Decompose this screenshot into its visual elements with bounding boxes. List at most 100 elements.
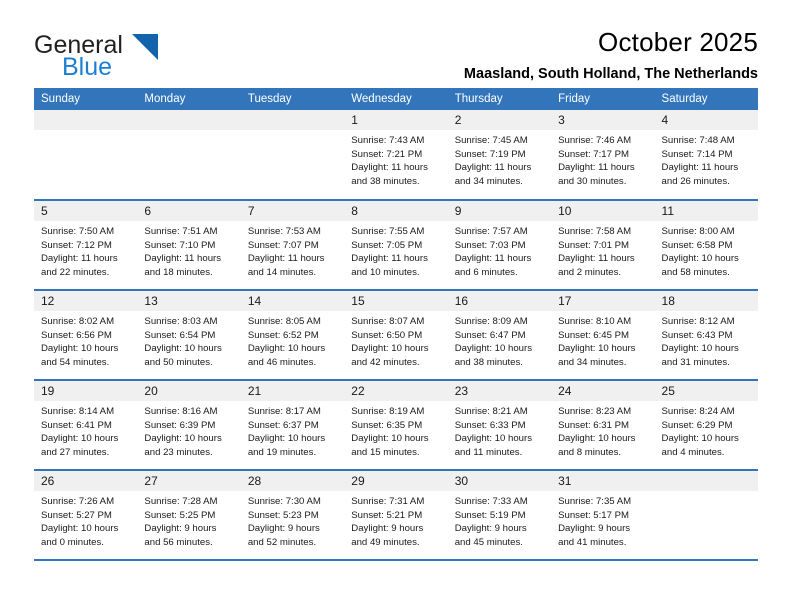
daylight-text-line1: Daylight: 10 hours [144,433,222,445]
calendar-day-cell[interactable]: 1 Sunrise: 7:43 AM Sunset: 7:21 PM Daylight… [344,110,448,201]
sunrise-text: Sunrise: 8:19 AM [351,406,425,417]
sunset-text: Sunset: 5:21 PM [351,509,423,521]
calendar-cell-empty [654,470,758,561]
calendar-day-cell[interactable]: 22 Sunrise: 8:19 AM Sunset: 6:35 PM Dayligh… [344,380,448,471]
calendar-day-cell[interactable]: 30 Sunrise: 7:33 AM Sunset: 5:19 PM Dayligh… [447,470,552,561]
sunset-text: Sunset: 7:03 PM [454,239,526,251]
calendar-day-cell[interactable]: 24 Sunrise: 8:23 AM Sunset: 6:31 PM Dayligh… [551,380,655,471]
sunset-text: Sunset: 7:07 PM [247,239,319,251]
day-number: 20 [137,381,241,401]
day-number: 15 [344,291,448,311]
day-details: Sunrise: 8:02 AM Sunset: 6:56 PM Daylight:… [34,311,137,369]
sunrise-text: Sunrise: 8:12 AM [661,316,735,327]
calendar-week-row: 1 Sunrise: 7:43 AM Sunset: 7:21 PM Daylight… [34,110,758,201]
sunrise-text: Sunrise: 8:16 AM [144,406,218,417]
sunset-text: Sunset: 6:29 PM [661,419,733,431]
sunrise-text: Sunrise: 7:28 AM [144,496,218,507]
sunset-text: Sunset: 5:25 PM [144,509,216,521]
sunset-text: Sunset: 6:31 PM [558,419,630,431]
weekday-header-saturday: Saturday [654,88,758,110]
calendar-day-cell[interactable]: 31 Sunrise: 7:35 AM Sunset: 5:17 PM Dayligh… [551,470,655,561]
daylight-text-line1: Daylight: 11 hours [661,162,739,174]
daylight-text-line1: Daylight: 10 hours [247,343,326,355]
day-details: Sunrise: 8:12 AM Sunset: 6:43 PM Daylight:… [655,311,758,369]
day-details: Sunrise: 8:21 AM Sunset: 6:33 PM Daylight:… [448,401,551,459]
calendar-day-cell[interactable]: 17 Sunrise: 8:10 AM Sunset: 6:45 PM Dayligh… [551,290,655,381]
calendar-day-cell[interactable]: 11 Sunrise: 8:00 AM Sunset: 6:58 PM Dayligh… [654,200,758,291]
daylight-text-line1: Daylight: 11 hours [454,253,532,265]
day-number: 18 [654,291,758,311]
day-number [654,471,758,491]
day-details: Sunrise: 7:31 AM Sunset: 5:21 PM Daylight:… [344,491,447,549]
calendar-week-row: 12 Sunrise: 8:02 AM Sunset: 6:56 PM Dayligh… [34,290,758,381]
day-details: Sunrise: 8:24 AM Sunset: 6:29 PM Daylight:… [655,401,758,459]
weekday-header-row: Sunday Monday Tuesday Wednesday Thursday… [34,88,758,110]
sunrise-text: Sunrise: 8:00 AM [661,226,735,237]
calendar-day-cell[interactable]: 23 Sunrise: 8:21 AM Sunset: 6:33 PM Dayligh… [447,380,552,471]
daylight-text-line2: and 22 minutes. [41,266,110,278]
daylight-text-line1: Daylight: 10 hours [41,523,119,535]
calendar-day-cell[interactable]: 8 Sunrise: 7:55 AM Sunset: 7:05 PM Daylight… [344,200,448,291]
calendar-day-cell[interactable]: 29 Sunrise: 7:31 AM Sunset: 5:21 PM Dayligh… [344,470,448,561]
weekday-header-sunday: Sunday [34,88,138,110]
daylight-text-line2: and 56 minutes. [144,536,213,548]
sunset-text: Sunset: 6:47 PM [454,329,526,341]
calendar-day-cell[interactable]: 13 Sunrise: 8:03 AM Sunset: 6:54 PM Dayligh… [137,290,241,381]
calendar-day-cell[interactable]: 6 Sunrise: 7:51 AM Sunset: 7:10 PM Daylight… [137,200,241,291]
daylight-text-line2: and 27 minutes. [41,446,110,458]
day-number [240,110,345,130]
calendar-body: 1 Sunrise: 7:43 AM Sunset: 7:21 PM Daylight… [34,110,758,561]
sunrise-text: Sunrise: 8:17 AM [247,406,321,417]
day-number: 9 [447,201,552,221]
calendar-week-row: 19 Sunrise: 8:14 AM Sunset: 6:41 PM Dayligh… [34,380,758,471]
calendar-day-cell[interactable]: 2 Sunrise: 7:45 AM Sunset: 7:19 PM Daylight… [447,110,552,201]
day-number: 19 [34,381,138,401]
daylight-text-line2: and 2 minutes. [558,266,622,278]
calendar-cell-empty [137,110,241,201]
day-number: 29 [344,471,448,491]
calendar-day-cell[interactable]: 28 Sunrise: 7:30 AM Sunset: 5:23 PM Dayligh… [240,470,345,561]
daylight-text-line2: and 0 minutes. [41,536,104,548]
daylight-text-line1: Daylight: 11 hours [144,253,222,265]
daylight-text-line1: Daylight: 10 hours [247,433,326,445]
day-number [34,110,138,130]
calendar-day-cell[interactable]: 26 Sunrise: 7:26 AM Sunset: 5:27 PM Dayligh… [34,470,138,561]
daylight-text-line1: Daylight: 10 hours [661,343,739,355]
calendar-day-cell[interactable]: 7 Sunrise: 7:53 AM Sunset: 7:07 PM Daylight… [240,200,345,291]
day-number: 22 [344,381,448,401]
page-title: October 2025 [598,27,758,57]
calendar-day-cell[interactable]: 10 Sunrise: 7:58 AM Sunset: 7:01 PM Dayligh… [551,200,655,291]
calendar-day-cell[interactable]: 5 Sunrise: 7:50 AM Sunset: 7:12 PM Daylight… [34,200,138,291]
calendar-day-cell[interactable]: 14 Sunrise: 8:05 AM Sunset: 6:52 PM Dayligh… [240,290,345,381]
daylight-text-line2: and 11 minutes. [454,446,523,458]
calendar-day-cell[interactable]: 9 Sunrise: 7:57 AM Sunset: 7:03 PM Daylight… [447,200,552,291]
calendar-day-cell[interactable]: 27 Sunrise: 7:28 AM Sunset: 5:25 PM Dayligh… [137,470,241,561]
sunset-text: Sunset: 6:56 PM [41,329,112,341]
weekday-header-friday: Friday [551,88,655,110]
daylight-text-line2: and 38 minutes. [454,356,523,368]
day-details: Sunrise: 8:00 AM Sunset: 6:58 PM Daylight:… [655,221,758,279]
sunset-text: Sunset: 6:58 PM [661,239,733,251]
calendar-day-cell[interactable]: 12 Sunrise: 8:02 AM Sunset: 6:56 PM Dayligh… [34,290,138,381]
calendar-day-cell[interactable]: 19 Sunrise: 8:14 AM Sunset: 6:41 PM Dayligh… [34,380,138,471]
daylight-text-line1: Daylight: 11 hours [41,253,118,265]
calendar-day-cell[interactable]: 4 Sunrise: 7:48 AM Sunset: 7:14 PM Daylight… [654,110,758,201]
day-details: Sunrise: 8:23 AM Sunset: 6:31 PM Daylight:… [551,401,654,459]
sunrise-text: Sunrise: 7:58 AM [558,226,632,237]
calendar-day-cell[interactable]: 3 Sunrise: 7:46 AM Sunset: 7:17 PM Daylight… [551,110,655,201]
calendar-day-cell[interactable]: 25 Sunrise: 8:24 AM Sunset: 6:29 PM Dayligh… [654,380,758,471]
sunset-text: Sunset: 7:17 PM [558,148,630,160]
day-number: 28 [240,471,345,491]
calendar-day-cell[interactable]: 16 Sunrise: 8:09 AM Sunset: 6:47 PM Dayligh… [447,290,552,381]
calendar-day-cell[interactable]: 15 Sunrise: 8:07 AM Sunset: 6:50 PM Dayligh… [344,290,448,381]
day-details: Sunrise: 7:48 AM Sunset: 7:14 PM Daylight:… [655,130,758,188]
calendar-day-cell[interactable]: 18 Sunrise: 8:12 AM Sunset: 6:43 PM Dayligh… [654,290,758,381]
calendar-day-cell[interactable]: 20 Sunrise: 8:16 AM Sunset: 6:39 PM Dayligh… [137,380,241,471]
calendar-day-cell[interactable]: 21 Sunrise: 8:17 AM Sunset: 6:37 PM Dayligh… [240,380,345,471]
calendar-week-row: 5 Sunrise: 7:50 AM Sunset: 7:12 PM Daylight… [34,200,758,291]
daylight-text-line1: Daylight: 11 hours [558,253,635,265]
daylight-text-line2: and 34 minutes. [454,175,523,187]
day-number: 21 [240,381,345,401]
day-number: 16 [447,291,552,311]
daylight-text-line1: Daylight: 11 hours [247,253,325,265]
